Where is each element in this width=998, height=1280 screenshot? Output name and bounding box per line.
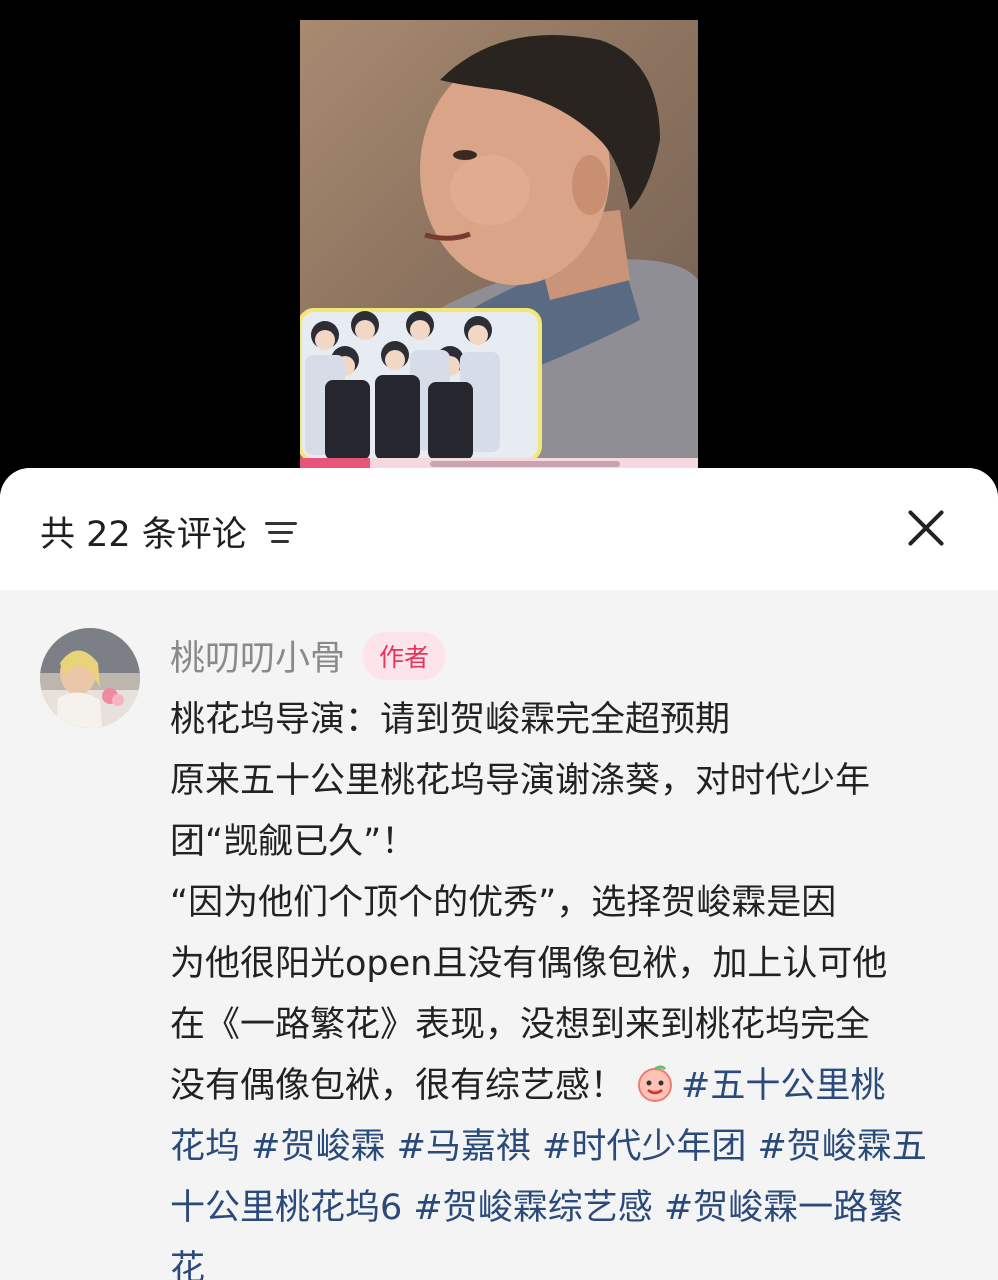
close-icon[interactable] xyxy=(904,506,948,550)
video-frame[interactable] xyxy=(300,20,698,470)
comments-sheet: 共 22 条评论 桃叨叨小骨 作者 桃花坞导演：请到贺峻霖完全超预期 原来五十公… xyxy=(0,468,998,1280)
video-thumbnail-image xyxy=(300,35,698,470)
hashtag-links[interactable]: 十公里桃花坞6 #贺峻霖综艺感 #贺峻霖一路繁 xyxy=(170,1178,960,1239)
comment-line-with-tags: 没有偶像包袱，很有综艺感！ #五十公里桃 xyxy=(170,1056,960,1117)
comment-line: “因为他们个顶个的优秀”，选择贺峻霖是因 xyxy=(170,883,837,923)
avatar[interactable] xyxy=(40,628,140,728)
comment-line: 团“觊觎已久”！ xyxy=(170,822,417,862)
comment-count[interactable]: 共 22 条评论 xyxy=(40,506,297,557)
comment-count-label: 共 22 条评论 xyxy=(40,515,247,555)
hashtag-link[interactable]: #五十公里桃 xyxy=(681,1066,885,1106)
caption-text-bar xyxy=(430,461,620,467)
video-player[interactable] xyxy=(0,0,998,470)
peach-emoji-icon xyxy=(635,1062,675,1102)
comment-text[interactable]: 桃花坞导演：请到贺峻霖完全超预期 原来五十公里桃花坞导演谢涤葵，对时代少年 团“… xyxy=(170,690,960,1280)
comment-line: 桃花坞导演：请到贺峻霖完全超预期 xyxy=(170,700,731,740)
comment-line: 没有偶像包袱，很有综艺感！ xyxy=(170,1066,626,1106)
comment-line: 在《一路繁花》表现，没想到来到桃花坞完全 xyxy=(170,1005,871,1045)
comment-author-row: 桃叨叨小骨 作者 xyxy=(170,630,446,681)
comment-line: 原来五十公里桃花坞导演谢涤葵，对时代少年 xyxy=(170,761,871,801)
hashtag-links[interactable]: 花 xyxy=(170,1239,960,1280)
author-badge: 作者 xyxy=(363,631,446,680)
comments-sheet-header: 共 22 条评论 xyxy=(0,468,998,590)
hashtag-links[interactable]: 花坞 #贺峻霖 #马嘉祺 #时代少年团 #贺峻霖五 xyxy=(170,1117,960,1178)
author-name[interactable]: 桃叨叨小骨 xyxy=(170,630,345,681)
sort-icon[interactable] xyxy=(264,519,297,545)
avatar-image xyxy=(40,628,140,728)
comment-line: 为他很阳光open且没有偶像包袱，加上认可他 xyxy=(170,944,888,984)
